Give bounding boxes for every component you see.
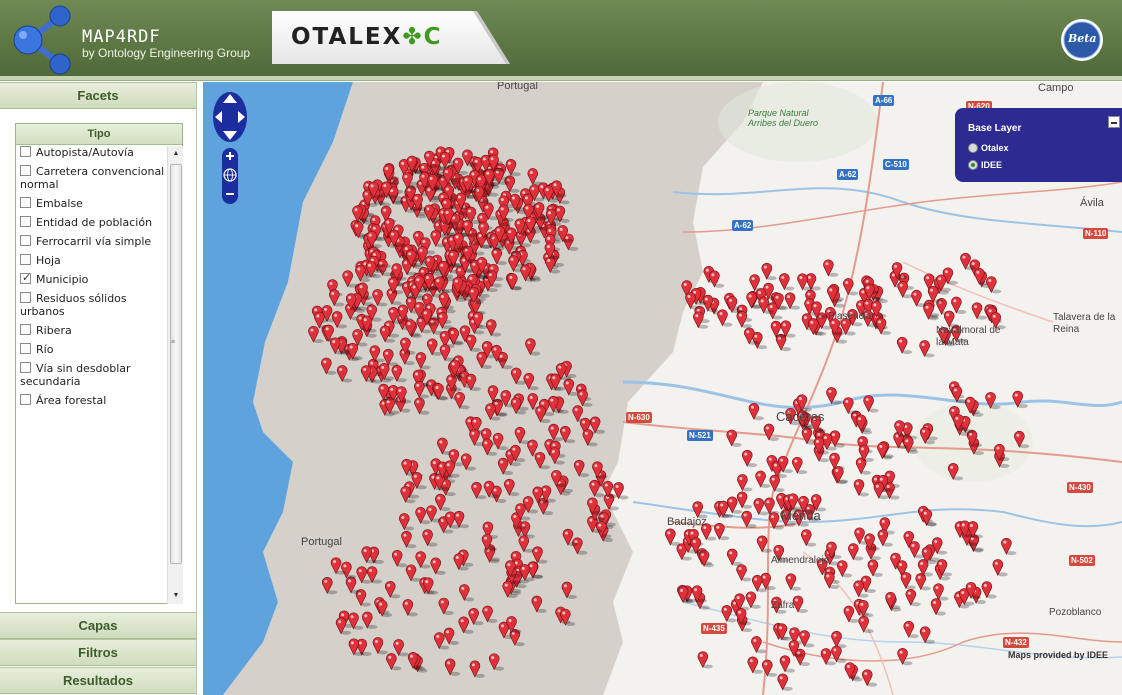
label-portugal-south: Portugal (301, 536, 342, 548)
road-n435: N-435 (701, 623, 727, 634)
section-resultados-header[interactable]: Resultados (0, 667, 196, 694)
road-n630: N-630 (626, 412, 652, 423)
checkbox[interactable] (20, 254, 31, 265)
road-a62-b: A-62 (732, 220, 754, 231)
facet-item-area-forestal[interactable]: Área forestal (16, 394, 166, 407)
label-plasencia: Plasencia (828, 311, 872, 322)
road-n521: N-521 (687, 430, 713, 441)
facet-label: Autopista/Autovía (36, 146, 134, 159)
road-a66: A-66 (873, 95, 895, 106)
app-title: MAP4RDF (82, 27, 161, 47)
app-header: MAP4RDF by Ontology Engineering Group OT… (0, 0, 1122, 78)
checkbox[interactable] (20, 362, 31, 373)
checkbox[interactable] (20, 394, 31, 405)
tipo-facet-list: Autopista/Autovía Carretera convencional… (16, 146, 166, 413)
scroll-down-icon[interactable]: ▼ (168, 588, 184, 604)
map4rdf-logo-icon (13, 5, 71, 75)
section-capas-header[interactable]: Capas (0, 612, 196, 639)
checkbox-checked[interactable] (20, 271, 31, 284)
facet-label: Entidad de población (36, 216, 153, 229)
pan-control-icon[interactable] (212, 91, 248, 143)
otalex-logo-part2: C (423, 24, 443, 50)
beta-label: Beta (1068, 32, 1097, 45)
label-merida: Mérida (781, 508, 821, 523)
scroll-up-icon[interactable]: ▲ (168, 146, 184, 162)
minimize-icon[interactable] (1108, 116, 1120, 128)
section-facets-header[interactable]: Facets (0, 82, 196, 109)
facet-item-ribera[interactable]: Ribera (16, 324, 166, 337)
facet-item-via[interactable]: Vía sin desdoblar secundaria (16, 362, 166, 388)
label-zafra: Zafra (771, 600, 795, 611)
facet-label: Municipio (36, 273, 89, 286)
facet-item-embalse[interactable]: Embalse (16, 197, 166, 210)
map-view[interactable]: Portugal Portugal Parque Natural Arribes… (203, 82, 1122, 695)
facet-item-autopista[interactable]: Autopista/Autovía (16, 146, 166, 159)
facet-label: Área forestal (36, 394, 107, 407)
checkbox[interactable] (20, 197, 31, 208)
tipo-facet-box: Tipo Autopista/Autovía Carretera convenc… (15, 123, 183, 604)
facet-item-rio[interactable]: Río (16, 343, 166, 356)
label-avila: Ávila (1080, 197, 1104, 209)
facet-item-municipio[interactable]: Municipio (16, 271, 166, 286)
layer-option-idee[interactable]: IDEE (968, 160, 1003, 170)
header-divider (0, 76, 1122, 81)
label-caceres: Cáceres (776, 409, 825, 424)
otalex-logo-part1: OTALEX (291, 24, 403, 50)
facet-label: Ribera (36, 324, 72, 337)
label-almendralejo: Almendralejo (771, 555, 830, 566)
label-pozoblanco: Pozoblanco (1049, 607, 1102, 618)
checkbox[interactable] (20, 165, 31, 176)
label-arribes-del-duero: Parque Natural Arribes del Duero (748, 108, 819, 128)
layer-switcher: Base Layer Otalex IDEE (955, 108, 1122, 182)
leaf-icon: ✤ (402, 24, 424, 50)
tipo-facet-title: Tipo (16, 124, 182, 145)
facet-label: Vía sin desdoblar secundaria (20, 362, 131, 388)
road-c510: C-510 (883, 159, 909, 170)
facet-item-carretera[interactable]: Carretera convencional normal (16, 165, 166, 191)
facet-label: Hoja (36, 254, 61, 267)
map-attribution: Maps provided by IDEE (1008, 650, 1109, 660)
label-portugal-north: Portugal (497, 82, 538, 92)
road-n110: N-110 (1083, 228, 1109, 239)
section-filtros-header[interactable]: Filtros (0, 639, 196, 666)
layer-option-otalex[interactable]: Otalex (968, 143, 1009, 153)
checkbox[interactable] (20, 292, 31, 303)
label-talavera: Talavera de la Reina (1053, 312, 1116, 335)
facet-label: Embalse (36, 197, 83, 210)
layer-option-label: Otalex (981, 143, 1009, 153)
radio-otalex[interactable] (968, 143, 978, 153)
tipo-scrollbar[interactable]: ▲ ≡ ▼ (167, 146, 183, 604)
radio-idee-selected[interactable] (968, 160, 978, 170)
label-campo: Campo (1038, 82, 1074, 94)
layer-option-label: IDEE (981, 160, 1003, 170)
facet-label: Carretera convencional normal (20, 165, 165, 191)
road-n432: N-432 (1003, 637, 1029, 648)
app-subtitle: by Ontology Engineering Group (82, 46, 251, 60)
label-navalmoral: Navalmoral de la Mata (936, 325, 1001, 348)
layer-switcher-title: Base Layer (968, 123, 1022, 134)
facet-item-residuos[interactable]: Residuos sólidos urbanos (16, 292, 166, 318)
checkbox[interactable] (20, 146, 31, 157)
road-n430: N-430 (1067, 482, 1093, 493)
facet-label: Río (36, 343, 54, 356)
checkbox[interactable] (20, 343, 31, 354)
checkbox[interactable] (20, 235, 31, 246)
checkbox[interactable] (20, 324, 31, 335)
road-n502: N-502 (1069, 555, 1095, 566)
facet-item-ferrocarril[interactable]: Ferrocarril vía simple (16, 235, 166, 248)
facet-item-entidad[interactable]: Entidad de población (16, 216, 166, 229)
scroll-thumb[interactable] (170, 164, 182, 564)
checkbox[interactable] (20, 216, 31, 227)
zoom-control[interactable] (221, 148, 239, 204)
facet-label: Ferrocarril vía simple (36, 235, 152, 248)
scroll-grip-icon: ≡ (171, 339, 176, 346)
road-a62-a: A-62 (837, 169, 859, 180)
otalex-logo[interactable]: OTALEX✤C (291, 24, 443, 50)
label-badajoz: Badajoz (667, 516, 707, 528)
facet-item-hoja[interactable]: Hoja (16, 254, 166, 267)
facet-label: Residuos sólidos urbanos (20, 292, 127, 318)
zoom-out-icon[interactable] (226, 193, 234, 195)
